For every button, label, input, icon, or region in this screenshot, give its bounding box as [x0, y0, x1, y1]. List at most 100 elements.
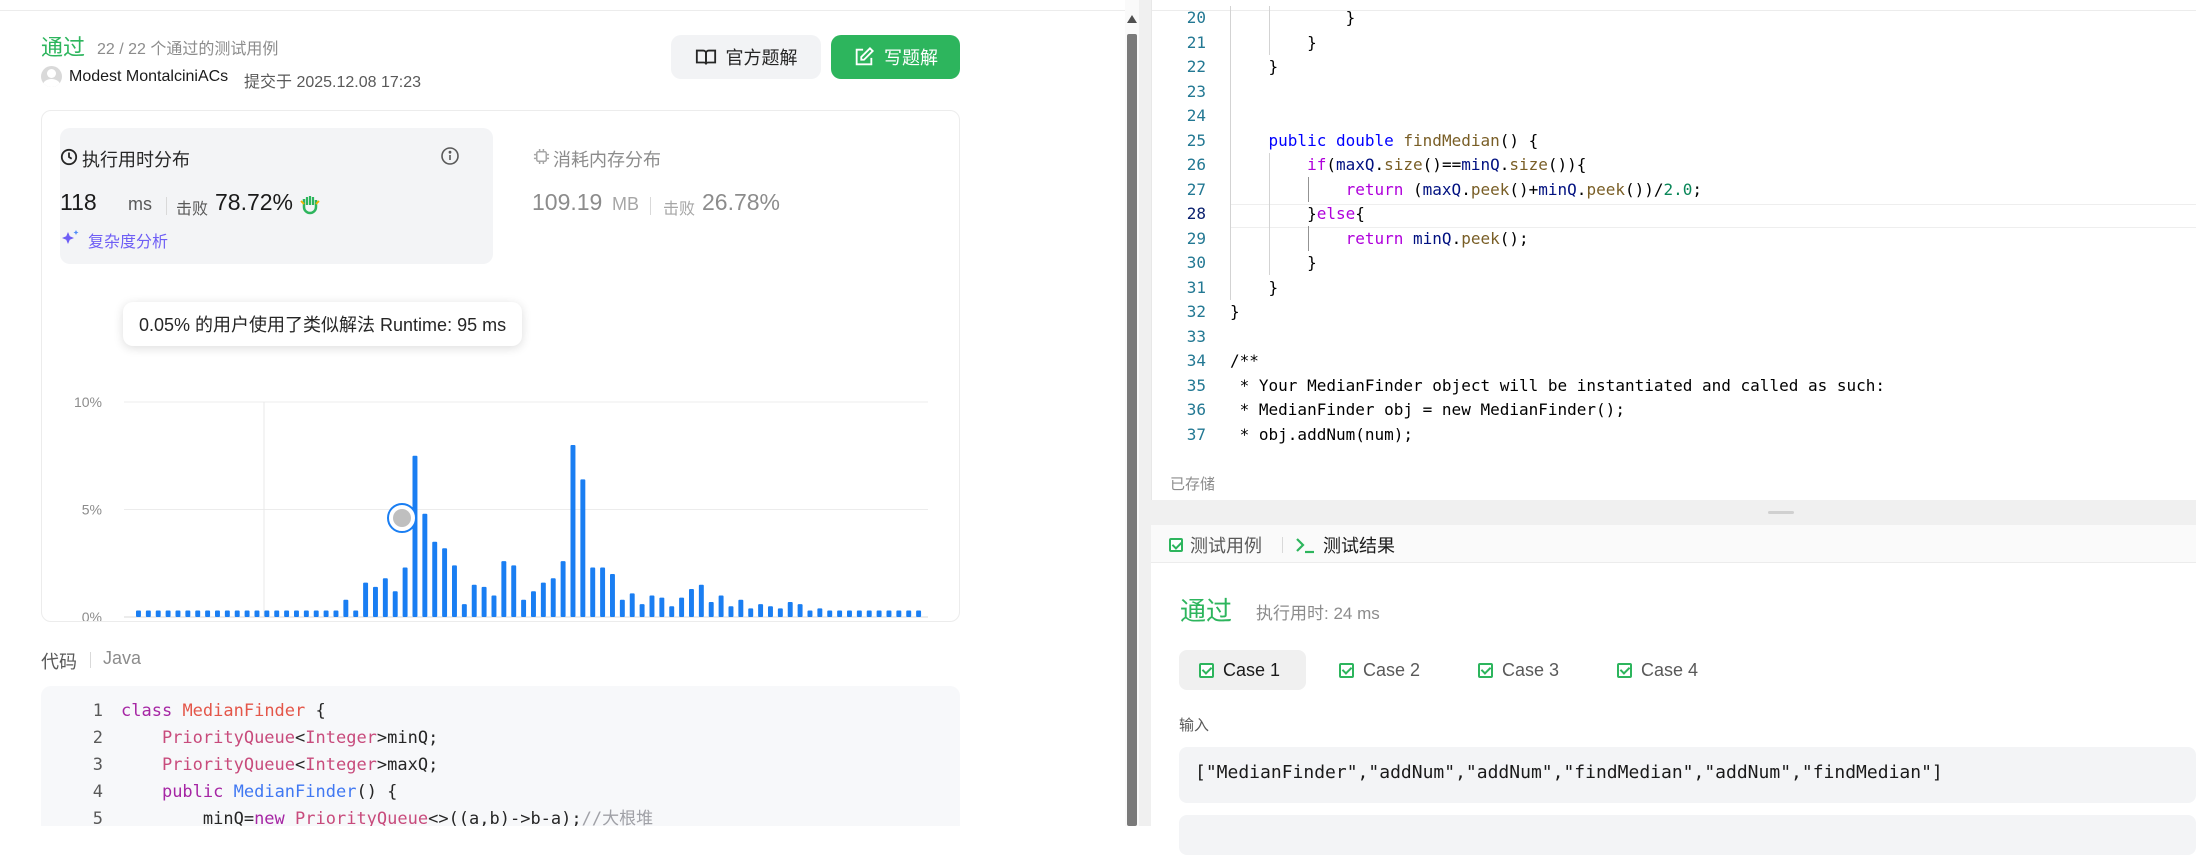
chart-bar — [570, 445, 576, 617]
case-tab-1[interactable]: Case 1 — [1179, 650, 1306, 690]
chart-bar — [333, 610, 339, 617]
line-number: 36 — [1186, 400, 1206, 419]
avatar[interactable] — [41, 66, 62, 87]
case-label: Case 3 — [1502, 659, 1560, 680]
active-line-highlight — [1230, 204, 2196, 228]
line-number: 3 — [92, 755, 103, 775]
chart-bar — [590, 567, 596, 617]
y-tick-label: 0% — [82, 609, 102, 621]
clock-icon — [60, 148, 78, 166]
chart-bar — [837, 610, 843, 617]
indent-guide — [1230, 6, 1231, 300]
chart-bar — [274, 610, 280, 617]
checkbox-icon — [1169, 538, 1183, 552]
chart-bar — [886, 610, 892, 617]
avatar-icon — [393, 509, 411, 527]
check-icon — [1339, 662, 1354, 678]
chart-bar — [600, 567, 606, 617]
info-icon[interactable] — [440, 146, 460, 166]
horizontal-splitter[interactable] — [1151, 500, 2196, 525]
testcase-count: 22 / 22 个通过的测试用例 — [97, 41, 279, 58]
line-number: 21 — [1186, 32, 1206, 52]
scrollbar-thumb[interactable] — [1127, 34, 1137, 826]
line-number: 29 — [1186, 228, 1206, 248]
line-number: 1 — [92, 701, 103, 721]
line-number: 2 — [92, 728, 103, 748]
case-label: Case 2 — [1363, 659, 1421, 680]
scroll-up-arrow-icon[interactable] — [1127, 15, 1137, 23]
chart-tooltip: 0.05% 的用户使用了类似解法 Runtime: 95 ms — [123, 302, 523, 346]
terminal-icon — [1296, 538, 1314, 554]
submitted-code[interactable]: 1 class MedianFinder { 2 PriorityQueue<In… — [41, 686, 960, 826]
chart-bar — [373, 586, 378, 617]
code-editor[interactable]: 20 } 21 } 22 } 23 24 25 public double fi… — [1151, 0, 2196, 500]
y-tick-label: 5% — [82, 502, 102, 518]
chart-bar — [827, 610, 833, 617]
official-solution-button[interactable]: 官方题解 — [671, 35, 821, 79]
line-number: 34 — [1186, 351, 1206, 370]
memory-value: 109.19 — [532, 189, 603, 215]
chart-bar — [718, 595, 724, 617]
chart-bar — [392, 591, 398, 617]
line-number: 31 — [1186, 277, 1206, 297]
case-tab-4[interactable]: Case 4 — [1597, 650, 1718, 690]
distribution-card: 执行用时分布 118 ms 击败 78.72% 复杂度分析 消耗内存分布 109… — [41, 110, 960, 622]
line-number: 4 — [92, 782, 103, 802]
author-name[interactable]: Modest MontalciniACs — [69, 68, 228, 86]
chart-bar — [501, 561, 507, 617]
case-tab-2[interactable]: Case 2 — [1319, 650, 1440, 690]
tab-test-result[interactable]: 测试结果 — [1294, 532, 1395, 558]
chart-bar — [303, 610, 309, 617]
line-number: 24 — [1186, 106, 1206, 125]
submission-status: 通过 — [41, 35, 86, 60]
memory-title[interactable]: 消耗内存分布 — [553, 146, 661, 172]
chart-bar — [580, 479, 586, 617]
chart-bar — [195, 610, 201, 617]
chart-bar — [442, 548, 448, 617]
chart-bar — [422, 513, 428, 617]
chart-bar — [432, 541, 438, 617]
input-box[interactable]: ["MedianFinder","addNum","addNum","findM… — [1179, 747, 2196, 803]
chart-bar — [353, 610, 359, 617]
chart-bar — [847, 610, 852, 617]
line-number: 22 — [1186, 57, 1206, 76]
line-number: 35 — [1186, 375, 1206, 395]
line-number: 33 — [1186, 326, 1206, 346]
chart-bar — [619, 599, 625, 617]
book-icon — [695, 49, 716, 65]
beats-value: 78.72% — [215, 189, 294, 215]
results-tabbar: 测试用例 测试结果 — [1151, 525, 2196, 563]
chart-bar — [205, 610, 211, 617]
chart-bar — [234, 610, 240, 617]
clap-icon — [300, 196, 320, 215]
chart-bar — [155, 610, 161, 617]
write-solution-button[interactable]: 写题解 — [831, 35, 960, 79]
panel-splitter[interactable] — [1139, 0, 1151, 826]
input-box-secondary[interactable] — [1179, 815, 2196, 855]
complexity-analysis-link[interactable]: 复杂度分析 — [88, 228, 168, 252]
tab-divider — [1282, 537, 1283, 553]
indent-guide — [1308, 177, 1309, 202]
official-solution-label: 官方题解 — [725, 48, 798, 68]
chart-bar — [145, 610, 151, 617]
chart-bar — [521, 599, 527, 617]
input-value: ["MedianFinder","addNum","addNum","findM… — [1195, 762, 1943, 783]
chart-bar — [738, 599, 744, 617]
indent-guide — [1269, 6, 1270, 55]
chart-bar — [461, 604, 467, 617]
chart-bar — [185, 610, 191, 617]
input-label: 输入 — [1179, 717, 1210, 734]
tab-testcases[interactable]: 测试用例 — [1169, 532, 1262, 558]
check-icon — [1199, 662, 1214, 678]
chart-bar — [560, 561, 566, 617]
tab-testcases-label: 测试用例 — [1190, 536, 1262, 556]
result-status: 通过 — [1180, 596, 1233, 626]
splitter-grip[interactable] — [1768, 511, 1794, 514]
test-results-panel: 测试用例 测试结果 通过 执行用时: 24 ms Case 1 Case 2 C… — [1151, 525, 2196, 855]
chart-bar — [777, 608, 783, 617]
chart-bar — [728, 606, 734, 617]
chart-bar — [294, 610, 299, 617]
memory-beats-label: 击败 — [663, 201, 696, 218]
submission-panel: 通过 22 / 22 个通过的测试用例 Modest MontalciniACs… — [0, 0, 1128, 826]
case-tab-3[interactable]: Case 3 — [1458, 650, 1579, 690]
